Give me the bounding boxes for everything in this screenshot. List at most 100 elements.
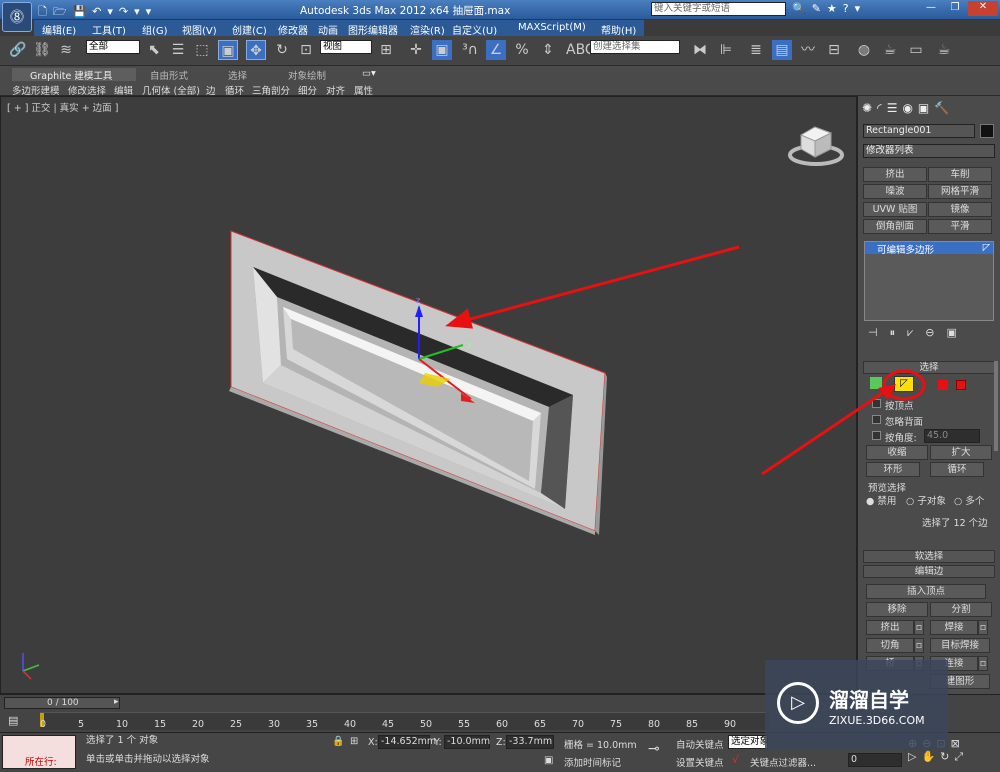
add-time-tag-label[interactable]: 添加时间标记 <box>564 755 621 769</box>
rotate-icon[interactable]: ↻ <box>272 40 292 60</box>
mod-lathe-button[interactable]: 车削 <box>928 167 992 182</box>
time-slider[interactable]: 0 / 100 <box>4 697 120 709</box>
snaps-3d-icon[interactable]: ³∩ <box>460 40 480 60</box>
bind-spacewarp-icon[interactable]: ≋ <box>56 40 76 60</box>
close-button[interactable]: ✕ <box>968 1 998 16</box>
named-selection-dropdown[interactable]: 创建选择集 <box>590 40 680 54</box>
object-color-swatch[interactable] <box>980 124 994 138</box>
minimize-button[interactable]: — <box>920 2 942 16</box>
rollout-edit-edges[interactable]: 编辑边 <box>863 565 995 578</box>
border-mode-icon[interactable] <box>938 380 948 390</box>
ribbon-properties[interactable]: 属性 <box>354 83 373 97</box>
ribbon-loops[interactable]: 循环 <box>225 83 244 97</box>
unlink-icon[interactable]: ⛓ <box>32 40 52 60</box>
angle-value-field[interactable]: 45.0 <box>924 429 980 443</box>
material-editor-icon[interactable]: ◍ <box>854 40 874 60</box>
pivot-icon[interactable]: ⊞ <box>376 40 396 60</box>
connect-settings-button[interactable]: ▫ <box>978 656 988 671</box>
ribbon-options-icon[interactable]: ▭▾ <box>362 68 376 81</box>
grow-button[interactable]: 扩大 <box>930 445 992 460</box>
mod-meshsmooth-button[interactable]: 网格平滑 <box>928 184 992 199</box>
align-icon[interactable]: ⊫ <box>716 40 736 60</box>
key-filter-icon[interactable]: √ <box>732 753 739 766</box>
modifier-list-dropdown[interactable]: 修改器列表 <box>863 144 995 158</box>
keyboard-shortcut-icon[interactable]: ▣ <box>432 40 452 60</box>
help-icons[interactable]: 🔍✎★?▾ <box>792 2 866 15</box>
schematic-view-icon[interactable]: ⊟ <box>824 40 844 60</box>
mod-noise-button[interactable]: 噪波 <box>863 184 927 199</box>
chamfer-settings-button[interactable]: ▫ <box>914 638 924 653</box>
menu-animation[interactable]: 动画 <box>318 22 338 37</box>
angle-snap-icon[interactable]: ∠ <box>486 40 506 60</box>
rect-selection-icon[interactable]: ⬚ <box>192 40 212 60</box>
move-icon[interactable]: ✥ <box>246 40 266 60</box>
tab-graphite[interactable]: Graphite 建模工具 <box>12 68 136 82</box>
curve-editor-icon[interactable]: 〰 <box>798 40 818 60</box>
mod-smooth-button[interactable]: 平滑 <box>928 219 992 234</box>
weld-settings-button[interactable]: ▫ <box>978 620 988 635</box>
element-mode-icon[interactable] <box>956 380 966 390</box>
modifier-stack[interactable]: 可编辑多边形 ◸ <box>864 241 994 321</box>
ribbon-edit[interactable]: 编辑 <box>114 83 133 97</box>
ribbon-subdivision[interactable]: 细分 <box>298 83 317 97</box>
tab-selection[interactable]: 选择 <box>228 68 247 82</box>
tab-freeform[interactable]: 自由形式 <box>150 68 188 82</box>
layer-manager-icon[interactable]: ≣ <box>746 40 766 60</box>
rollout-soft-select[interactable]: 软选择 <box>863 550 995 563</box>
spinner-snap-icon[interactable]: ⇕ <box>538 40 558 60</box>
graphite-toggle-icon[interactable]: ▤ <box>772 40 792 60</box>
rendered-frame-icon[interactable]: ▭ <box>906 40 926 60</box>
extrude-settings-button[interactable]: ▫ <box>914 620 924 635</box>
ref-coord-dropdown[interactable]: 视图 <box>320 40 372 54</box>
insert-vertex-button[interactable]: 插入顶点 <box>866 584 986 599</box>
add-time-tag-icon[interactable]: ▣ <box>544 755 553 766</box>
ribbon-align[interactable]: 对齐 <box>326 83 345 97</box>
selected-object-dropdown[interactable]: 选定对象 <box>728 735 769 749</box>
menu-tools[interactable]: 工具(T) <box>92 22 126 37</box>
render-setup-icon[interactable]: ☕ <box>880 40 900 60</box>
ribbon-tris[interactable]: 三角剖分 <box>252 83 290 97</box>
remove-button[interactable]: 移除 <box>866 602 928 617</box>
menu-create[interactable]: 创建(C) <box>232 22 267 37</box>
menu-help[interactable]: 帮助(H) <box>601 22 636 37</box>
ribbon-poly-modeling[interactable]: 多边形建模 <box>12 83 60 97</box>
tab-object-paint[interactable]: 对象绘制 <box>288 68 326 82</box>
window-crossing-icon[interactable]: ▣ <box>218 40 238 60</box>
preview-subobject-radio[interactable]: ○ 子对象 <box>906 493 946 507</box>
current-frame-field[interactable]: 0 <box>848 753 902 767</box>
extrude-button[interactable]: 挤出 <box>866 620 914 635</box>
search-input[interactable]: 键入关键字或短语 <box>651 2 786 16</box>
split-button[interactable]: 分割 <box>930 602 992 617</box>
menu-customize[interactable]: 自定义(U) <box>452 22 497 37</box>
mod-mirror-button[interactable]: 镜像 <box>928 202 992 217</box>
select-object-icon[interactable]: ⬉ <box>144 40 164 60</box>
mod-uvw-button[interactable]: UVW 贴图 <box>863 202 927 217</box>
slider-next-icon[interactable]: ▸ <box>114 697 119 707</box>
viewport-perspective[interactable]: [ + ] 正交 | 真实 + 边面 ] z y <box>0 96 857 694</box>
key-filters-button[interactable]: 关键点过滤器... <box>750 755 816 769</box>
stack-item-editable-poly[interactable]: 可编辑多边形 ◸ <box>865 242 993 256</box>
panel-tabs[interactable]: ✺◜☰◉▣🔨 <box>862 101 998 119</box>
maximize-button[interactable]: ❐ <box>944 2 966 16</box>
menu-maxscript[interactable]: MAXScript(M) <box>518 22 586 33</box>
maxscript-listener[interactable]: 所在行: <box>2 735 76 769</box>
panel-scrollbar[interactable] <box>994 361 998 451</box>
weld-button[interactable]: 焊接 <box>930 620 978 635</box>
scale-icon[interactable]: ⊡ <box>296 40 316 60</box>
z-coord-field[interactable]: -33.7mm <box>506 735 554 749</box>
ribbon-geometry-all[interactable]: 几何体 (全部) <box>142 83 200 97</box>
auto-key-button[interactable]: 自动关键点 <box>676 737 724 751</box>
set-key-button[interactable]: 设置关键点 <box>676 755 724 769</box>
y-coord-field[interactable]: -10.0mm <box>444 735 490 749</box>
menu-edit[interactable]: 编辑(E) <box>42 22 76 37</box>
preview-multi-radio[interactable]: ○ 多个 <box>954 493 984 507</box>
app-logo-icon[interactable]: ⓼ <box>2 2 32 32</box>
ribbon-modify-selection[interactable]: 修改选择 <box>68 83 106 97</box>
menu-rendering[interactable]: 渲染(R) <box>410 22 445 37</box>
mod-bevel-profile-button[interactable]: 倒角剖面 <box>863 219 927 234</box>
track-bar-icon[interactable]: ▤ <box>8 714 18 727</box>
menu-view[interactable]: 视图(V) <box>182 22 217 37</box>
menu-group[interactable]: 组(G) <box>142 22 168 37</box>
target-weld-button[interactable]: 目标焊接 <box>930 638 990 653</box>
mirror-icon[interactable]: ⧓ <box>690 40 710 60</box>
